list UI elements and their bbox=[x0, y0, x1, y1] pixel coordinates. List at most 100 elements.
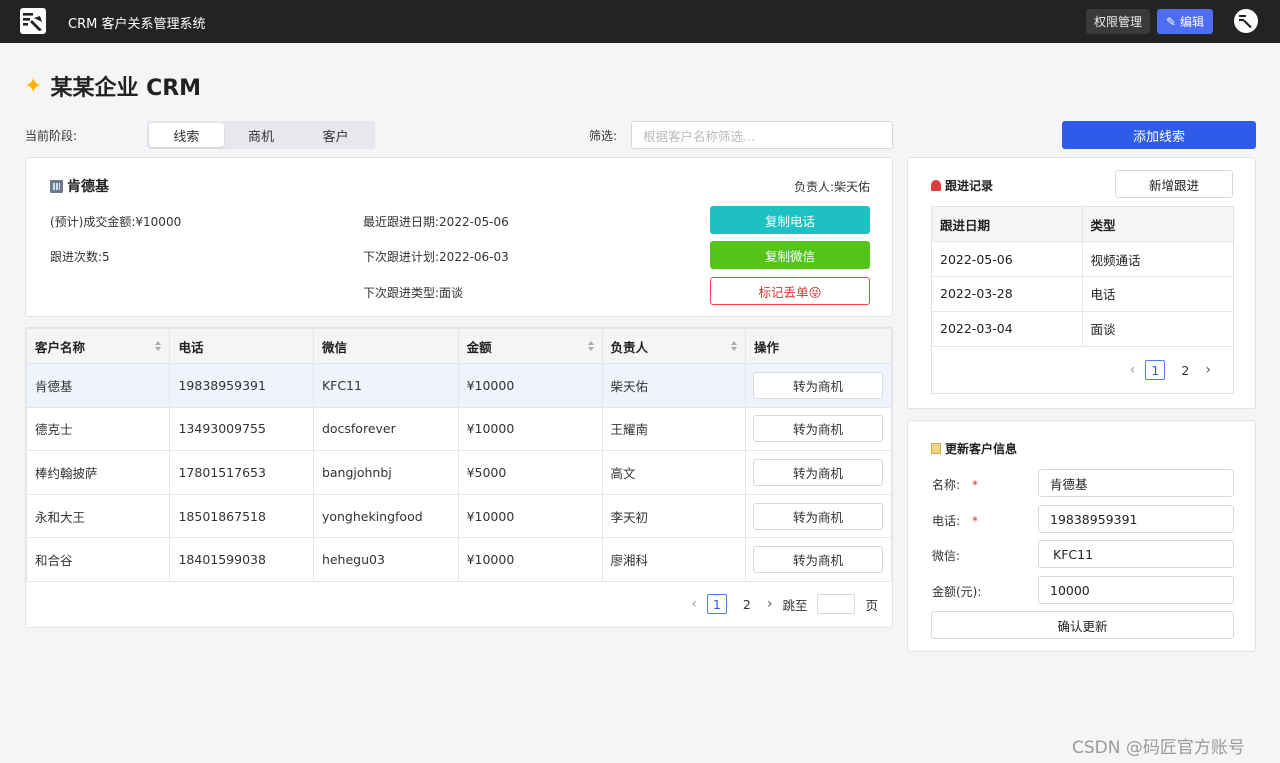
wechat-field[interactable]: KFC11 bbox=[1038, 540, 1234, 568]
follow-up-pagination: ‹ 1 2 › bbox=[1130, 360, 1211, 380]
page-button-2[interactable]: 2 bbox=[1175, 360, 1195, 380]
follow-up-card: 跟进记录 新增跟进 跟进日期 类型 2022-05-06 视频通话 2022-0… bbox=[907, 157, 1256, 409]
detail-owner: 负责人:柴天佑 bbox=[793, 180, 870, 194]
stage-tab-opportunity[interactable]: 商机 bbox=[224, 123, 299, 147]
convert-to-opportunity-button[interactable]: 转为商机 bbox=[753, 458, 883, 486]
chevron-left-icon[interactable]: ‹ bbox=[691, 596, 697, 612]
mark-lost-button[interactable]: 标记丢单😝 bbox=[710, 277, 870, 305]
table-row[interactable]: 和合谷 18401599038 hehegu03 ¥10000 廖湘科 转为商机 bbox=[25, 537, 892, 582]
phone-field[interactable]: 19838959391 bbox=[1038, 505, 1234, 533]
update-customer-title-text: 更新客户信息 bbox=[945, 442, 1018, 456]
page-jump-input[interactable] bbox=[817, 594, 856, 614]
detail-next-follow-type: 下次跟进类型:面谈 bbox=[363, 286, 464, 300]
user-avatar-icon[interactable] bbox=[1234, 9, 1258, 33]
filter-label: 筛选: bbox=[589, 129, 618, 143]
cell-name: 肯德基 bbox=[25, 363, 171, 408]
leads-table-card: 客户名称 电话 微信 金额 负责人 操作 肯德基 19838959391 KFC… bbox=[25, 327, 893, 628]
phone-field-label: 电话: * bbox=[932, 514, 979, 528]
detail-amount: (预计)成交金额:¥10000 bbox=[50, 215, 182, 229]
col-header-amount[interactable]: 金额 bbox=[457, 328, 603, 364]
cell-phone: 19838959391 bbox=[169, 363, 314, 408]
stage-switch: 线索 商机 客户 bbox=[147, 121, 375, 149]
col-header-phone: 电话 bbox=[169, 328, 314, 364]
add-lead-button[interactable]: 添加线索 bbox=[1062, 121, 1256, 149]
convert-to-opportunity-button[interactable]: 转为商机 bbox=[753, 371, 883, 399]
name-field[interactable]: 肯德基 bbox=[1038, 469, 1234, 497]
cell-phone: 17801517653 bbox=[169, 450, 314, 495]
col-header-owner[interactable]: 负责人 bbox=[601, 328, 746, 364]
follow-up-table: 跟进日期 类型 2022-05-06 视频通话 2022-03-28 电话 20… bbox=[932, 207, 1233, 347]
confirm-update-button[interactable]: 确认更新 bbox=[931, 611, 1234, 639]
stage-tab-lead[interactable]: 线索 bbox=[149, 123, 224, 147]
copy-phone-button[interactable]: 复制电话 bbox=[710, 206, 870, 234]
cell-name: 和合谷 bbox=[25, 537, 171, 582]
watermark: CSDN @码匠官方账号 bbox=[1072, 738, 1245, 758]
stage-label: 当前阶段: bbox=[25, 129, 78, 143]
cell-follow-date: 2022-03-04 bbox=[932, 310, 1083, 347]
stage-tab-customer[interactable]: 客户 bbox=[298, 123, 373, 147]
customer-detail-card: 肯德基 负责人:柴天佑 (预计)成交金额:¥10000 跟进次数:5 最近跟进日… bbox=[25, 157, 893, 317]
cell-owner: 王耀南 bbox=[601, 406, 746, 452]
cell-amount: ¥5000 bbox=[457, 450, 603, 495]
name-field-label: 名称: * bbox=[932, 478, 979, 492]
edit-button[interactable]: ✎ 编辑 bbox=[1157, 9, 1213, 34]
sort-icon[interactable] bbox=[731, 341, 737, 352]
copy-wechat-button[interactable]: 复制微信 bbox=[710, 241, 870, 269]
table-row[interactable]: 永和大王 18501867518 yonghekingfood ¥10000 李… bbox=[25, 493, 892, 539]
sort-icon[interactable] bbox=[587, 341, 594, 352]
cell-phone: 18501867518 bbox=[169, 493, 314, 539]
page-button-1[interactable]: 1 bbox=[706, 594, 727, 614]
cell-wechat: docsforever bbox=[312, 406, 459, 452]
filter-input[interactable]: 根据客户名称筛选... bbox=[631, 121, 893, 149]
required-mark: * bbox=[972, 478, 979, 492]
convert-to-opportunity-button[interactable]: 转为商机 bbox=[753, 546, 883, 574]
chevron-left-icon[interactable]: ‹ bbox=[1130, 362, 1136, 378]
col-header-follow-type: 类型 bbox=[1081, 207, 1233, 243]
cell-follow-type: 视频通话 bbox=[1081, 241, 1233, 278]
sort-icon[interactable] bbox=[155, 341, 162, 352]
cell-action: 转为商机 bbox=[745, 363, 892, 408]
convert-to-opportunity-button[interactable]: 转为商机 bbox=[753, 415, 883, 443]
col-header-action: 操作 bbox=[745, 328, 892, 364]
cell-amount: ¥10000 bbox=[457, 363, 603, 408]
cell-follow-type: 面谈 bbox=[1081, 310, 1233, 347]
detail-follow-count: 跟进次数:5 bbox=[50, 250, 110, 264]
leads-table: 客户名称 电话 微信 金额 负责人 操作 肯德基 19838959391 KFC… bbox=[25, 328, 892, 582]
cell-name: 永和大王 bbox=[25, 493, 171, 539]
page-button-1[interactable]: 1 bbox=[1145, 360, 1166, 380]
permission-button[interactable]: 权限管理 bbox=[1086, 9, 1150, 34]
chevron-right-icon[interactable]: › bbox=[1205, 362, 1211, 378]
detail-last-follow-date: 最近跟进日期:2022-05-06 bbox=[363, 215, 509, 229]
col-header-follow-date: 跟进日期 bbox=[932, 207, 1083, 243]
cell-follow-date: 2022-03-28 bbox=[932, 276, 1083, 312]
col-header-name[interactable]: 客户名称 bbox=[25, 328, 171, 364]
edit-button-label: 编辑 bbox=[1180, 15, 1205, 29]
app-logo-icon[interactable] bbox=[20, 8, 46, 34]
cell-wechat: bangjohnbj bbox=[312, 450, 459, 495]
cell-wechat: yonghekingfood bbox=[312, 493, 459, 539]
table-row[interactable]: 肯德基 19838959391 KFC11 ¥10000 柴天佑 转为商机 bbox=[25, 363, 892, 408]
memo-icon bbox=[931, 443, 941, 454]
page-suffix: 页 bbox=[865, 597, 878, 613]
table-row[interactable]: 棒约翰披萨 17801517653 bangjohnbj ¥5000 高文 转为… bbox=[25, 450, 892, 495]
jump-label: 跳至 bbox=[782, 597, 808, 613]
amount-field[interactable]: 10000 bbox=[1038, 576, 1234, 604]
detail-name-text: 肯德基 bbox=[67, 179, 109, 195]
cell-action: 转为商机 bbox=[745, 406, 892, 452]
table-row[interactable]: 德克士 13493009755 docsforever ¥10000 王耀南 转… bbox=[25, 406, 892, 452]
update-customer-title: 更新客户信息 bbox=[931, 440, 1017, 457]
page-button-2[interactable]: 2 bbox=[737, 594, 757, 614]
new-follow-up-button[interactable]: 新增跟进 bbox=[1115, 170, 1233, 198]
cell-action: 转为商机 bbox=[745, 493, 892, 539]
cell-action: 转为商机 bbox=[745, 537, 892, 582]
chevron-right-icon[interactable]: › bbox=[767, 596, 773, 612]
page-title-text: 某某企业 CRM bbox=[50, 76, 202, 101]
convert-to-opportunity-button[interactable]: 转为商机 bbox=[753, 502, 883, 530]
cell-owner: 柴天佑 bbox=[601, 363, 746, 408]
update-customer-card: 更新客户信息 名称: * 肯德基 电话: * 19838959391 微信: KFC… bbox=[907, 420, 1256, 652]
cell-name: 棒约翰披萨 bbox=[25, 450, 171, 495]
cell-phone: 18401599038 bbox=[169, 537, 314, 582]
cell-phone: 13493009755 bbox=[169, 406, 314, 452]
page-title: ✦ 某某企业 CRM bbox=[24, 70, 201, 102]
table-pagination: ‹ 1 2 › 跳至 页 bbox=[691, 594, 878, 614]
